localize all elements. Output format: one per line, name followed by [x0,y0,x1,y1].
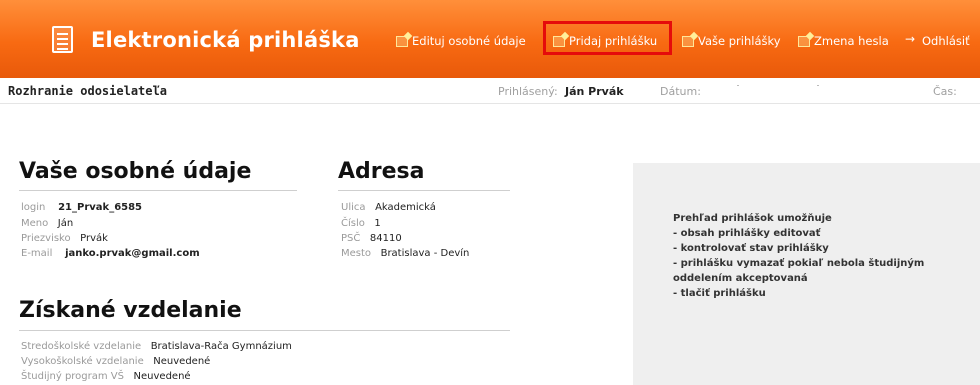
field-university-label: Vysokoškolské vzdelanie [21,356,144,367]
personal-title: Vaše osobné údaje [19,159,252,184]
logout-icon [905,32,918,47]
field-zip-value: 84110 [369,233,402,244]
nav-change-password-label: Zmena hesla [814,34,889,48]
nav-edit-personal-label: Edituj osobné údaje [412,34,526,48]
info-line: - prihlášku vymazať pokiaľ nebola študij… [673,258,925,269]
nav-logout[interactable]: Odhlásiť [905,31,970,51]
field-surname-value: Prvák [80,233,108,244]
field-surname: Priezvisko Prvák [21,233,108,244]
field-study-program: Študijný program VŠ Neuvedené [21,371,191,382]
personal-divider [19,190,297,191]
nav-highlight-box [543,21,672,55]
field-name-label: Meno [21,218,49,229]
field-street-value: Akademická [375,202,436,213]
education-title: Získané vzdelanie [19,298,242,323]
field-city-value: Bratislava - Devín [380,248,470,259]
field-login-value: 21_Prvak_6585 [58,202,143,213]
field-email-label: E-mail [21,248,53,259]
nav-my-applications-label: Vaše prihlášky [698,34,781,48]
field-study-program-value: Neuvedené [133,371,191,382]
field-name-value: Ján [57,218,74,229]
field-login-label: login [21,202,46,213]
field-zip-label: PSČ [341,233,361,244]
date-mark [737,85,739,86]
document-icon [52,26,73,53]
logged-user: Ján Prvák [565,85,624,98]
nav-change-password[interactable]: Zmena hesla [798,31,889,51]
info-line: oddelením akceptovaná [673,273,808,284]
info-line: - obsah prihlášky editovať [673,228,821,239]
info-line: Prehľad prihlášok umožňuje [673,213,832,224]
date-mark [817,85,819,86]
field-zip: PSČ 84110 [341,233,402,244]
info-line: - tlačiť prihlášku [673,288,766,299]
header-bar: Elektronická prihláška Edituj osobné úda… [0,0,980,78]
field-email-value: janko.prvak@gmail.com [65,248,200,259]
nav-logout-label: Odhlásiť [922,34,970,48]
docs-icon [682,35,694,47]
time-label: Čas: [933,85,957,98]
field-city: Mesto Bratislava - Devín [341,248,469,259]
field-surname-label: Priezvisko [21,233,71,244]
interface-title: Rozhranie odosielateľa [8,84,167,98]
field-university: Vysokoškolské vzdelanie Neuvedené [21,356,210,367]
nav-edit-personal[interactable]: Edituj osobné údaje [396,31,526,51]
sub-header: Rozhranie odosielateľa Prihlásený: Ján P… [0,78,980,104]
field-high-school-value: Bratislava-Rača Gymnázium [150,341,292,352]
field-university-value: Neuvedené [153,356,211,367]
logged-label: Prihlásený: [498,85,558,98]
field-name: Meno Ján [21,218,73,229]
field-street: Ulica Akademická [341,202,436,213]
field-study-program-label: Študijný program VŠ [21,371,124,382]
app-title: Elektronická prihláška [91,28,360,52]
edit-doc-icon [798,35,810,47]
info-panel: Prehľad prihlášok umožňuje - obsah prihl… [633,163,980,385]
field-high-school-label: Stredoškolské vzdelanie [21,341,142,352]
field-street-label: Ulica [341,202,366,213]
nav-my-applications[interactable]: Vaše prihlášky [682,31,781,51]
field-number-value: 1 [374,218,381,229]
info-text: Prehľad prihlášok umožňuje - obsah prihl… [673,211,924,301]
field-number-label: Číslo [341,218,365,229]
date-label: Dátum: [660,85,701,98]
education-divider [19,330,510,331]
field-email: E-mail janko.prvak@gmail.com [21,248,200,259]
info-line: - kontrolovať stav prihlášky [673,243,829,254]
field-login: login 21_Prvak_6585 [21,202,142,213]
address-divider [338,190,510,191]
field-high-school: Stredoškolské vzdelanie Bratislava-Rača … [21,341,292,352]
field-city-label: Mesto [341,248,372,259]
edit-doc-icon [396,35,408,47]
address-title: Adresa [338,159,425,184]
field-number: Číslo 1 [341,218,381,229]
